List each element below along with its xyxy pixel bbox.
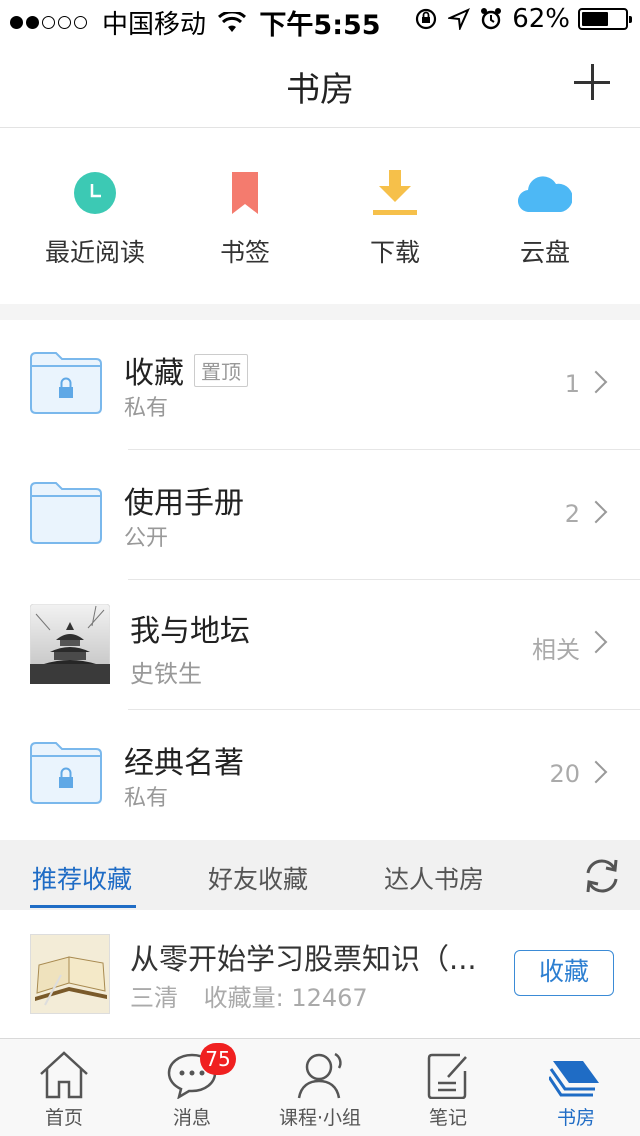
book-cover-image [30,604,110,684]
shelf-item-subtitle: 私有 [124,786,169,811]
quick-entries: 最近阅读 书签 下载 云盘 [0,129,640,304]
shelf-item-count: 1 [564,370,580,398]
folder-icon [30,482,102,544]
shelf-item-subtitle: 史铁生 [130,660,202,688]
chevron-right-icon [584,760,608,784]
rotation-lock-icon [416,8,437,30]
shelf-item-book[interactable]: 我与地坛 史铁生 相关 [0,580,640,710]
recommend-author: 三清 [130,984,178,1012]
tabbar-item-bookshelf[interactable]: 书房 [512,1039,640,1136]
shelf-item-title: 收藏 [124,356,184,391]
battery-icon [578,8,632,30]
home-icon [40,1051,88,1099]
tabbar-label: 消息 [172,1107,211,1129]
refresh-icon[interactable] [582,856,622,896]
quick-label: 云盘 [519,238,570,267]
quick-item-cloud[interactable]: 云盘 [470,129,620,304]
download-icon [373,170,417,215]
tabbar-item-notes[interactable]: 笔记 [384,1039,512,1136]
message-badge: 75 [200,1043,236,1075]
shelf-item-favorites[interactable]: 收藏 置顶 私有 1 [0,320,640,450]
chevron-right-icon [584,370,608,394]
shelf-item-title: 使用手册 [124,486,244,521]
tabbar-item-messages[interactable]: 75 消息 [128,1039,256,1136]
tabbar-label: 书房 [556,1107,595,1129]
navigation-bar: 书房 [0,40,640,128]
alarm-icon [481,8,502,30]
cloud-icon [518,176,572,212]
tabbar-label: 课程·小组 [278,1107,362,1129]
quick-item-recent-reading[interactable]: 最近阅读 [20,129,170,304]
tabbar-label: 首页 [44,1107,83,1129]
tab-experts[interactable]: 达人书房 [384,860,484,896]
recommend-item[interactable]: 从零开始学习股票知识（... 三清 收藏量: 12467 收藏 [0,910,640,1038]
shelf-list: 收藏 置顶 私有 1 使用手册 公开 2 我与地坛 史铁生 相关 经典名著 私有… [0,320,640,840]
recommend-collect-count: 收藏量: 12467 [203,984,368,1012]
page-title: 书房 [286,70,354,110]
shelf-item-subtitle: 私有 [124,396,169,421]
screen: 中国移动 下午5:55 62% 书房 最近阅读 书签 下载 云盘 收藏 置顶 私… [0,0,640,1136]
tabbar-label: 笔记 [428,1107,467,1129]
bookmark-icon [232,172,258,214]
recommend-title: 从零开始学习股票知识（... [130,942,477,976]
quick-item-download[interactable]: 下载 [320,129,470,304]
chevron-right-icon [584,630,608,654]
bottom-tab-bar: 首页 75 消息 课程·小组 笔记 书房 [0,1038,640,1136]
battery-percent: 62% [512,4,570,34]
recommend-cover-image [30,934,110,1014]
tabbar-item-courses[interactable]: 课程·小组 [256,1039,384,1136]
pinned-tag: 置顶 [194,353,248,387]
tab-recommended[interactable]: 推荐收藏 [32,860,132,896]
add-button[interactable] [572,62,612,102]
collect-button[interactable]: 收藏 [514,950,614,996]
tab-friends[interactable]: 好友收藏 [208,860,308,896]
shelf-item-title: 经典名著 [124,746,244,781]
shelf-item-classics[interactable]: 经典名著 私有 20 [0,710,640,840]
status-bar: 中国移动 下午5:55 62% [0,0,640,41]
quick-label: 下载 [369,238,420,267]
shelf-item-count: 20 [549,760,580,788]
clock-icon [74,172,116,214]
shelf-item-manual[interactable]: 使用手册 公开 2 [0,450,640,580]
locked-folder-icon [30,352,102,414]
quick-item-bookmark[interactable]: 书签 [170,129,320,304]
quick-label: 最近阅读 [44,238,145,267]
recommend-tabs: 推荐收藏 好友收藏 达人书房 [0,840,640,910]
section-divider [0,304,640,320]
active-tab-indicator [30,905,136,908]
locked-folder-icon [30,742,102,804]
shelf-item-count: 2 [564,500,580,528]
shelf-item-subtitle: 公开 [124,526,169,551]
tabbar-item-home[interactable]: 首页 [0,1039,128,1136]
quick-label: 书签 [219,238,270,267]
location-icon [448,8,471,30]
shelf-item-count: 相关 [532,636,580,664]
chevron-right-icon [584,500,608,524]
shelf-item-title: 我与地坛 [130,614,250,649]
note-icon [427,1053,467,1099]
person-icon [297,1052,342,1099]
bookshelf-icon [549,1061,599,1097]
